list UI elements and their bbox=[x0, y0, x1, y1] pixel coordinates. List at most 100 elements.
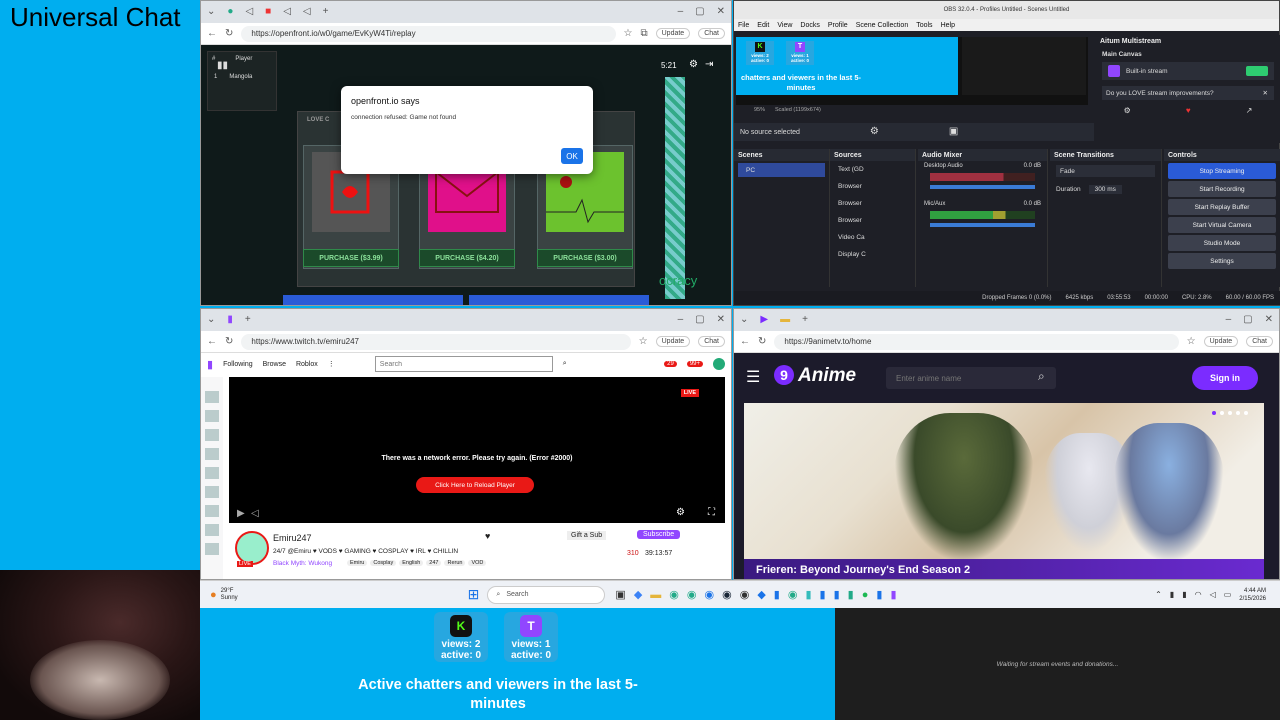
twitch-app-icon[interactable]: ▮ bbox=[890, 588, 896, 601]
volume-slider[interactable] bbox=[930, 185, 1035, 189]
weather-icon[interactable]: ● bbox=[210, 589, 217, 601]
minimize-icon[interactable]: – bbox=[678, 7, 684, 17]
nav-roblox[interactable]: Roblox bbox=[296, 361, 318, 368]
menu-help[interactable]: Help bbox=[941, 22, 955, 29]
spotify-icon[interactable]: ● bbox=[862, 589, 869, 601]
reload-icon[interactable]: ↻ bbox=[758, 336, 766, 347]
app-icon[interactable]: ◉ bbox=[687, 588, 697, 601]
search-input[interactable] bbox=[374, 356, 553, 372]
source-item[interactable]: Video Ca bbox=[830, 229, 915, 246]
tab-audio-icon[interactable]: ◁ bbox=[303, 7, 311, 17]
extensions-icon[interactable]: ⧉ bbox=[640, 28, 647, 39]
minimize-icon[interactable]: – bbox=[1226, 315, 1232, 325]
tab-globe-icon[interactable]: ● bbox=[227, 7, 233, 17]
menu-file[interactable]: File bbox=[738, 22, 749, 29]
settings-icon[interactable]: ⚙ bbox=[676, 508, 685, 518]
weather-widget[interactable]: 29°F Sunny bbox=[221, 588, 238, 602]
output-status-toggle[interactable] bbox=[1246, 66, 1268, 76]
purchase-button[interactable]: PURCHASE ($3.00) bbox=[537, 249, 633, 267]
search-icon[interactable]: ⌕ bbox=[1038, 369, 1045, 384]
dialog-ok-button[interactable]: OK bbox=[561, 148, 583, 164]
gift-sub-button[interactable]: Gift a Sub bbox=[567, 531, 607, 540]
update-button[interactable]: Update bbox=[655, 28, 691, 39]
app-icon[interactable]: ▮ bbox=[774, 588, 780, 601]
tab-audio-icon[interactable]: ◁ bbox=[245, 7, 253, 17]
new-tab-icon[interactable]: + bbox=[245, 315, 251, 325]
settings-button[interactable]: Settings bbox=[1168, 253, 1276, 269]
source-item[interactable]: Browser bbox=[830, 212, 915, 229]
star-icon[interactable]: ☆ bbox=[1187, 336, 1196, 347]
follow-heart-icon[interactable]: ♥ bbox=[485, 531, 490, 541]
update-button[interactable]: Update bbox=[1203, 336, 1239, 347]
subscribe-button[interactable]: Subscribe bbox=[637, 530, 681, 539]
nav-browse[interactable]: Browse bbox=[263, 361, 286, 368]
tray-chevron-icon[interactable]: ⌃ bbox=[1155, 590, 1162, 599]
file-explorer-icon[interactable]: ▬ bbox=[650, 589, 661, 601]
dismiss-icon[interactable]: ✕ bbox=[1263, 89, 1268, 97]
back-icon[interactable]: ← bbox=[740, 336, 750, 347]
scene-item-pc[interactable]: PC bbox=[738, 163, 825, 177]
edge-icon[interactable]: ◉ bbox=[705, 588, 715, 601]
chat-button[interactable]: Chat bbox=[698, 28, 725, 39]
studio-mode-button[interactable]: Studio Mode bbox=[1168, 235, 1276, 251]
task-view-icon[interactable]: ▣ bbox=[615, 588, 625, 601]
star-icon[interactable]: ☆ bbox=[639, 336, 648, 347]
taskbar-search[interactable]: ⌕ Search bbox=[487, 585, 606, 604]
menu-edit[interactable]: Edit bbox=[757, 22, 769, 29]
purchase-button[interactable]: PURCHASE ($3.99) bbox=[303, 249, 399, 267]
copilot-icon[interactable]: ◆ bbox=[634, 588, 642, 601]
chat-button[interactable]: Chat bbox=[1246, 336, 1273, 347]
purchase-button[interactable]: PURCHASE ($4.20) bbox=[419, 249, 515, 267]
tag[interactable]: VOD bbox=[468, 560, 487, 566]
notification-badge[interactable]: 29 bbox=[664, 361, 677, 367]
battery-icon[interactable]: ▭ bbox=[1224, 590, 1232, 599]
zoom-level[interactable]: 95% bbox=[754, 107, 765, 113]
app-icon[interactable]: ▮ bbox=[805, 588, 811, 601]
menu-docks[interactable]: Docks bbox=[800, 22, 819, 29]
tab-menu-icon[interactable]: ⌄ bbox=[207, 315, 215, 325]
menu-profile[interactable]: Profile bbox=[828, 22, 848, 29]
tab-menu-icon[interactable]: ⌄ bbox=[207, 7, 215, 17]
carousel-dot[interactable] bbox=[1220, 411, 1224, 415]
tag[interactable]: Emiru bbox=[347, 560, 368, 566]
logo-text[interactable]: Anime bbox=[798, 365, 856, 387]
new-tab-icon[interactable]: + bbox=[802, 315, 808, 325]
volume-slider[interactable] bbox=[930, 223, 1035, 227]
carousel-dot[interactable] bbox=[1236, 411, 1240, 415]
start-recording-button[interactable]: Start Recording bbox=[1168, 181, 1276, 197]
hero-title[interactable]: Frieren: Beyond Journey's End Season 2 bbox=[744, 564, 970, 576]
carousel-dot[interactable] bbox=[1228, 411, 1232, 415]
heart-icon[interactable]: ♥ bbox=[1186, 106, 1191, 115]
source-item[interactable]: Browser bbox=[830, 178, 915, 195]
carousel-dot[interactable] bbox=[1212, 411, 1216, 415]
folder-tab-icon[interactable]: ▬ bbox=[780, 315, 790, 325]
menu-scene-collection[interactable]: Scene Collection bbox=[856, 22, 909, 29]
bottom-bar-right[interactable] bbox=[469, 295, 649, 305]
menu-view[interactable]: View bbox=[777, 22, 792, 29]
carousel-dot[interactable] bbox=[1244, 411, 1248, 415]
video-player[interactable]: LIVE There was a network error. Please t… bbox=[229, 377, 725, 523]
maximize-icon[interactable]: ▢ bbox=[695, 7, 704, 17]
update-button[interactable]: Update bbox=[655, 336, 691, 347]
minimize-icon[interactable]: – bbox=[678, 315, 684, 325]
game-link[interactable]: Black Myth: Wukong bbox=[273, 560, 332, 567]
hero-banner[interactable]: Frieren: Beyond Journey's End Season 2 bbox=[744, 403, 1264, 579]
volume-icon[interactable]: ◁ bbox=[1210, 590, 1216, 599]
star-icon[interactable]: ☆ bbox=[624, 28, 633, 39]
chat-button[interactable]: Chat bbox=[698, 336, 725, 347]
tab-audio-icon[interactable]: ◁ bbox=[283, 7, 291, 17]
channel-avatar[interactable] bbox=[235, 531, 269, 565]
logo-number[interactable]: 9 bbox=[774, 365, 794, 385]
share-icon[interactable]: ↗ bbox=[1246, 106, 1253, 115]
back-icon[interactable]: ← bbox=[207, 336, 217, 347]
obs-icon[interactable]: ◉ bbox=[740, 588, 750, 601]
reload-icon[interactable]: ↻ bbox=[225, 28, 233, 39]
signin-button[interactable]: Sign in bbox=[1192, 366, 1258, 390]
avatar[interactable] bbox=[713, 358, 725, 370]
duration-input[interactable]: 300 ms bbox=[1088, 185, 1122, 194]
app-icon[interactable]: ▮ bbox=[876, 588, 882, 601]
close-icon[interactable]: ✕ bbox=[1265, 315, 1273, 325]
url-field[interactable]: https://www.twitch.tv/emiru247 bbox=[241, 333, 631, 350]
followed-channel-avatars[interactable] bbox=[205, 391, 219, 561]
start-virtual-camera-button[interactable]: Start Virtual Camera bbox=[1168, 217, 1276, 233]
